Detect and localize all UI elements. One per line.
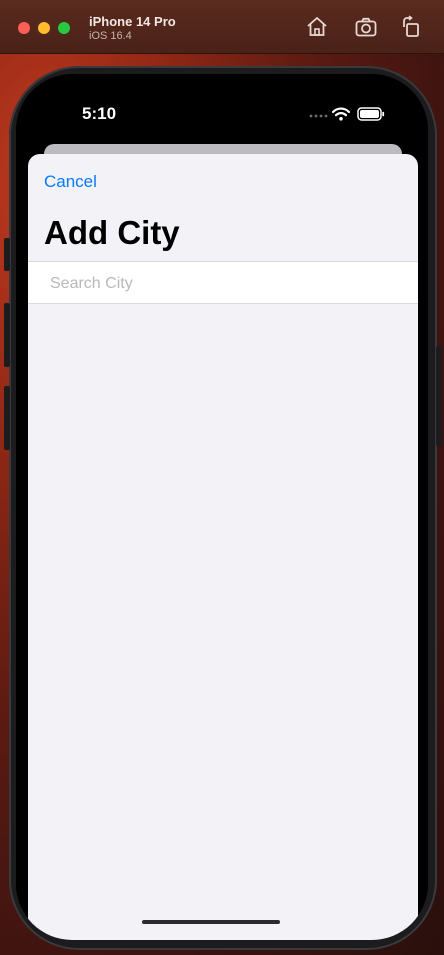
volume-down-button[interactable]	[4, 386, 10, 450]
cancel-button[interactable]: Cancel	[44, 172, 97, 192]
page-title: Add City	[44, 214, 180, 251]
add-city-sheet: Cancel Add City	[28, 154, 418, 940]
screenshot-icon[interactable]	[354, 15, 378, 39]
close-window-button[interactable]	[18, 22, 30, 34]
search-field[interactable]	[28, 261, 418, 304]
power-button[interactable]	[436, 346, 442, 446]
simulator-titlebar: iPhone 14 Pro iOS 16.4	[0, 0, 444, 54]
wifi-icon	[332, 107, 350, 121]
rotate-icon[interactable]	[400, 15, 424, 39]
phone-screen: 5:10 Cancel Add City	[16, 74, 428, 940]
os-version: iOS 16.4	[89, 30, 132, 42]
search-city-input[interactable]	[48, 272, 392, 296]
volume-up-button[interactable]	[4, 303, 10, 367]
home-icon[interactable]	[305, 15, 329, 39]
action-button[interactable]	[4, 238, 10, 271]
minimize-window-button[interactable]	[38, 22, 50, 34]
zoom-window-button[interactable]	[58, 22, 70, 34]
device-name: iPhone 14 Pro	[89, 14, 176, 29]
home-indicator[interactable]	[142, 920, 280, 924]
signal-dots-icon	[309, 114, 328, 118]
battery-icon	[357, 107, 385, 121]
status-time: 5:10	[82, 104, 117, 123]
